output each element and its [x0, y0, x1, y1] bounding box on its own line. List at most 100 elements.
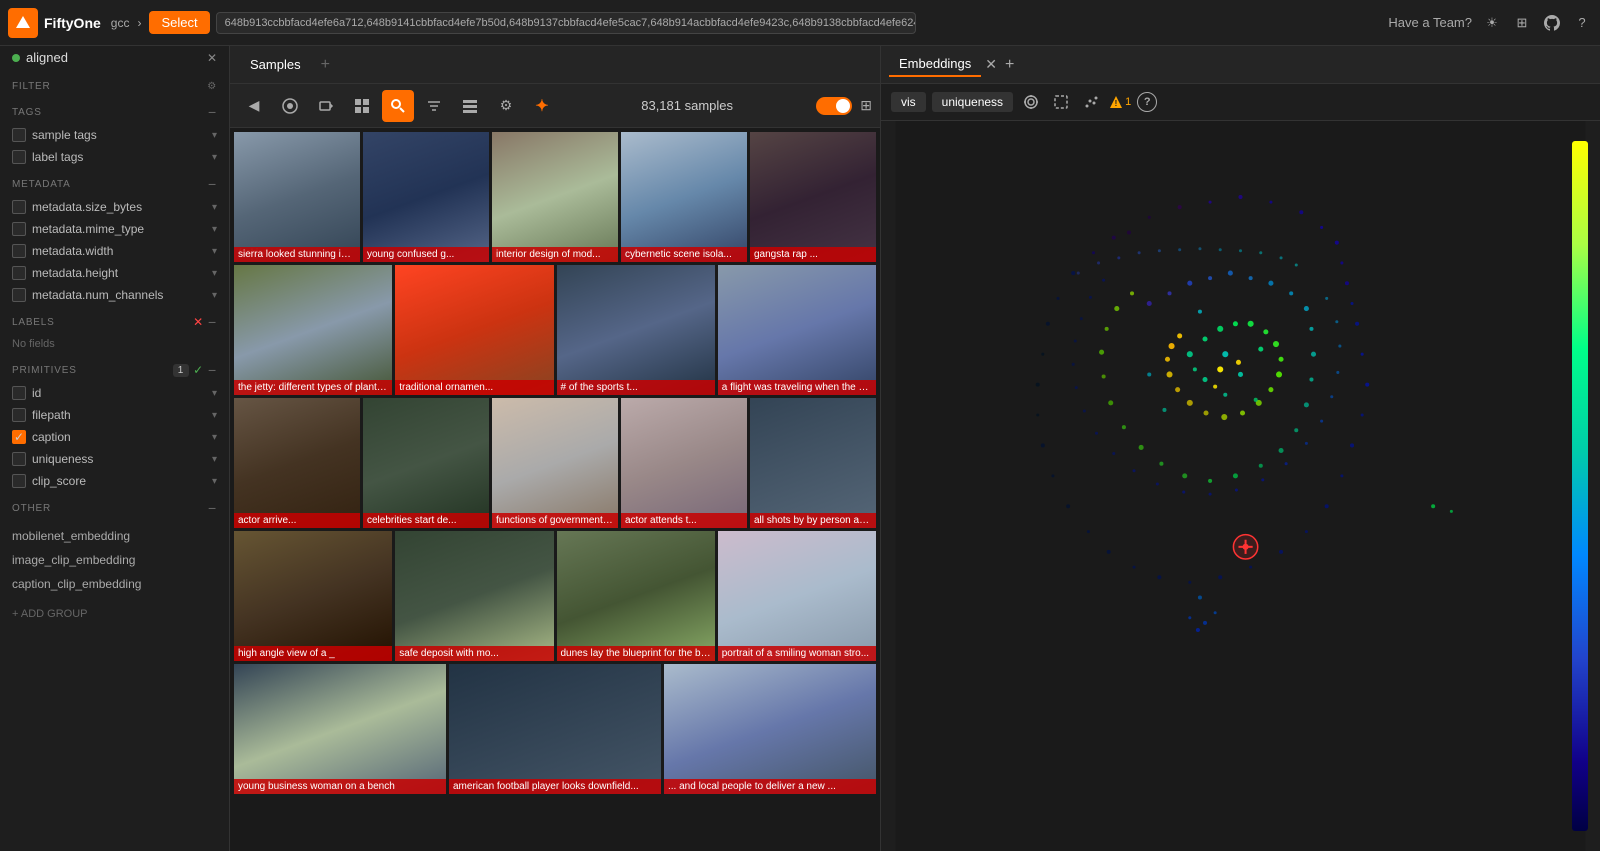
grid-cell[interactable]: actor arrive...	[234, 398, 360, 528]
id-checkbox[interactable]	[12, 386, 26, 400]
grid-cell[interactable]: the jetty: different types of plants to …	[234, 265, 392, 395]
grid-cell[interactable]: high angle view of a _	[234, 531, 392, 661]
colorbar	[1572, 141, 1588, 831]
height-checkbox[interactable]	[12, 266, 26, 280]
grid-cell[interactable]: portrait of a smiling woman stro...	[718, 531, 876, 661]
add-group-btn[interactable]: + ADD GROUP	[0, 600, 229, 628]
nav-arrow: ›	[137, 16, 141, 30]
add-tab-btn[interactable]: +	[317, 56, 334, 74]
close-sidebar-btn[interactable]: ✕	[207, 51, 217, 65]
sidebar-item-sample-tags[interactable]: sample tags ▾	[0, 124, 229, 146]
hash-input[interactable]: 648b913ccbbfacd4efe6a712,648b9141cbbfacd…	[216, 12, 916, 34]
sidebar-item-clip-score[interactable]: clip_score ▾	[0, 470, 229, 492]
other-item-mobilenet[interactable]: mobilenet_embedding	[0, 524, 229, 548]
num-channels-checkbox[interactable]	[12, 288, 26, 302]
scatter-icon[interactable]	[1079, 90, 1103, 114]
sidebar-item-label-tags[interactable]: label tags ▾	[0, 146, 229, 168]
sidebar-item-id[interactable]: id ▾	[0, 382, 229, 404]
cell-label: gangsta rap ...	[750, 247, 876, 262]
caption-checkbox[interactable]: ✓	[12, 430, 26, 444]
mime-type-checkbox[interactable]	[12, 222, 26, 236]
sort-btn[interactable]	[418, 90, 450, 122]
toggle-track[interactable]	[816, 97, 852, 115]
width-checkbox[interactable]	[12, 244, 26, 258]
sidebar-item-mime-type[interactable]: metadata.mime_type ▾	[0, 218, 229, 240]
sun-icon[interactable]: ☀	[1482, 13, 1502, 33]
labels-collapse-btn[interactable]: −	[208, 314, 217, 330]
embeddings-close-btn[interactable]: ✕	[985, 56, 997, 73]
settings-btn[interactable]: ⚙	[490, 90, 522, 122]
filepath-label: filepath	[32, 408, 206, 422]
grid-cell[interactable]: # of the sports t...	[557, 265, 715, 395]
sidebar-item-size-bytes[interactable]: metadata.size_bytes ▾	[0, 196, 229, 218]
vis-btn[interactable]: vis	[891, 92, 926, 112]
grid-cell[interactable]: dunes lay the blueprint for the bac...	[557, 531, 715, 661]
back-btn[interactable]: ◀	[238, 90, 270, 122]
grid-cell[interactable]: all shots by by person and rider...	[750, 398, 876, 528]
grid-layout-btn[interactable]: ⊞	[860, 97, 872, 114]
filter-section: FILTER ⚙	[0, 73, 229, 96]
select-button[interactable]: Select	[149, 11, 209, 34]
other-item-caption-clip[interactable]: caption_clip_embedding	[0, 572, 229, 596]
grid-view-btn[interactable]	[346, 90, 378, 122]
grid-cell[interactable]: celebrities start de...	[363, 398, 489, 528]
select-region-icon[interactable]	[1049, 90, 1073, 114]
labels-no-fields: No fields	[0, 334, 229, 354]
grid-cell[interactable]: traditional ornamen...	[395, 265, 553, 395]
grid-cell[interactable]: ... and local people to deliver a new ..…	[664, 664, 876, 794]
other-collapse-btn[interactable]: −	[208, 500, 217, 516]
grid-cell[interactable]: safe deposit with mo...	[395, 531, 553, 661]
list-view-btn[interactable]	[454, 90, 486, 122]
metadata-collapse-btn[interactable]: −	[208, 176, 217, 192]
ai-btn[interactable]: ✦	[526, 90, 558, 122]
filter-gear-icon[interactable]: ⚙	[207, 81, 217, 92]
tags-collapse-btn[interactable]: −	[208, 104, 217, 120]
grid-cell[interactable]: gangsta rap ...	[750, 132, 876, 262]
help-icon[interactable]: ?	[1137, 92, 1157, 112]
label-btn[interactable]	[310, 90, 342, 122]
sidebar-item-uniqueness[interactable]: uniqueness ▾	[0, 448, 229, 470]
other-item-image-clip[interactable]: image_clip_embedding	[0, 548, 229, 572]
tag-btn[interactable]	[274, 90, 306, 122]
scatter-plot	[881, 121, 1600, 851]
labels-remove-btn[interactable]: ✕	[193, 315, 204, 329]
size-bytes-checkbox[interactable]	[12, 200, 26, 214]
target-icon[interactable]	[1019, 90, 1043, 114]
grid-icon[interactable]: ⊞	[1512, 13, 1532, 33]
uniqueness-btn[interactable]: uniqueness	[932, 92, 1013, 112]
clip-score-checkbox[interactable]	[12, 474, 26, 488]
label-tags-checkbox[interactable]	[12, 150, 26, 164]
sidebar-item-caption[interactable]: ✓ caption ▾	[0, 426, 229, 448]
grid-cell[interactable]: actor attends t...	[621, 398, 747, 528]
embeddings-tabs: Embeddings ✕ +	[881, 46, 1600, 84]
grid-cell[interactable]: young business woman on a bench	[234, 664, 446, 794]
sidebar-item-filepath[interactable]: filepath ▾	[0, 404, 229, 426]
grid-cell[interactable]: young confused g...	[363, 132, 489, 262]
sidebar-item-width[interactable]: metadata.width ▾	[0, 240, 229, 262]
grid-cell[interactable]: interior design of mod...	[492, 132, 618, 262]
scatter-container[interactable]	[881, 121, 1600, 851]
app-logo	[8, 8, 38, 38]
sidebar-item-height[interactable]: metadata.height ▾	[0, 262, 229, 284]
embeddings-add-btn[interactable]: +	[1005, 56, 1014, 74]
sidebar-item-num-channels[interactable]: metadata.num_channels ▾	[0, 284, 229, 306]
filepath-checkbox[interactable]	[12, 408, 26, 422]
uniqueness-checkbox[interactable]	[12, 452, 26, 466]
embeddings-tab[interactable]: Embeddings	[889, 52, 981, 77]
sample-tags-checkbox[interactable]	[12, 128, 26, 142]
image-grid: fashion sierra looked stunning in th... …	[230, 128, 880, 851]
dataset-info: aligned ✕	[0, 46, 229, 73]
grid-cell[interactable]: cybernetic scene isola...	[621, 132, 747, 262]
grid-cell[interactable]: fashion sierra looked stunning in th...	[234, 132, 360, 262]
primitives-collapse-btn[interactable]: −	[208, 362, 217, 378]
cell-label: # of the sports t...	[557, 380, 715, 395]
embeddings-toolbar: vis uniqueness ! 1 ?	[881, 84, 1600, 121]
grid-cell[interactable]: functions of government: 1...	[492, 398, 618, 528]
samples-tab[interactable]: Samples	[238, 53, 313, 76]
question-icon[interactable]: ?	[1572, 13, 1592, 33]
grid-cell[interactable]: a flight was traveling when the a...	[718, 265, 876, 395]
search-btn[interactable]	[382, 90, 414, 122]
github-icon[interactable]	[1542, 13, 1562, 33]
grid-cell[interactable]: american football player looks downfield…	[449, 664, 661, 794]
sidebar: aligned ✕ FILTER ⚙ TAGS − sample tags ▾ …	[0, 46, 230, 851]
